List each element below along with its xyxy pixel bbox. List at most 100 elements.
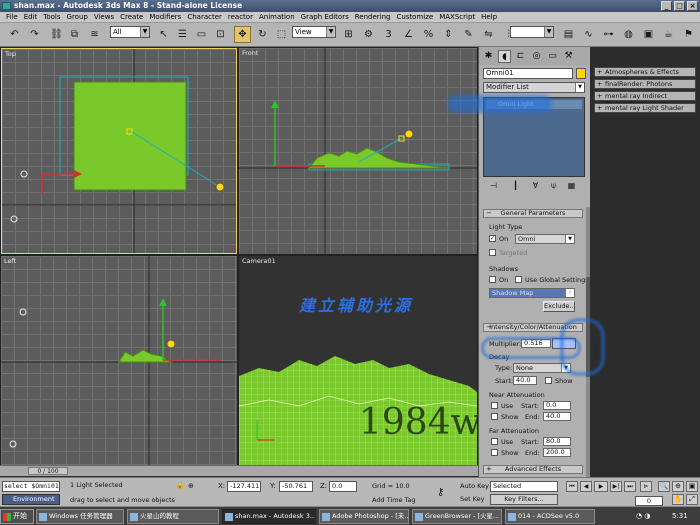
select-and-rotate-icon[interactable]: ↻ [254,26,271,43]
configure-sets-icon[interactable]: ▦ [565,180,578,191]
environment-task[interactable]: Environment [2,494,60,505]
viewport-top[interactable]: Top [1,48,237,254]
go-to-start-icon[interactable]: ⏮ [566,481,578,492]
menu-character[interactable]: Character [184,12,225,22]
layer-manager-icon[interactable]: ▤ [560,26,577,43]
rect-selection-icon[interactable]: ▭ [193,26,210,43]
modify-tab-icon[interactable]: ◖ [498,50,511,63]
menu-create[interactable]: Create [117,12,146,22]
near-end-spinner[interactable]: 40.0 [543,412,571,421]
taskbar-item-task-manager[interactable]: Windows 任务管理器 [36,509,124,524]
unlink-icon[interactable]: ⧉ [66,26,83,43]
go-to-end-icon[interactable]: ⏭ [624,481,636,492]
mr-light-shader-rollout[interactable]: + mental ray Light Shader [594,103,696,113]
material-editor-icon[interactable]: ◍ [620,26,637,43]
key-icon[interactable]: ⚷ [437,487,444,498]
near-start-spinner[interactable]: 0.0 [543,401,571,410]
undo-icon[interactable]: ↶ [6,26,23,43]
select-and-scale-icon[interactable]: ⬚ [273,26,290,43]
render-last-icon[interactable]: ⚑ [680,26,697,43]
near-use-checkbox[interactable] [491,402,498,409]
maximize-button[interactable]: □ [674,1,685,11]
taskbar-item-greenbrowser[interactable]: GreenBrowser - [火星... [412,509,502,524]
decay-start-spinner[interactable]: 40.0 [513,376,537,385]
bind-spacewarp-icon[interactable]: ≋ [86,26,103,43]
current-frame-field[interactable]: 0 [635,496,663,506]
advanced-effects-rollout[interactable]: + Advanced Effects [483,465,583,474]
set-key-button[interactable]: Set Key [460,495,485,503]
menu-views[interactable]: Views [91,12,117,22]
menu-file[interactable]: File [3,12,21,22]
link-icon[interactable]: ⛓ [48,26,65,43]
use-global-checkbox[interactable] [515,276,522,283]
auto-key-button[interactable]: Auto Key [460,482,489,490]
manipulate-icon[interactable]: ⚙ [360,26,377,43]
select-object-icon[interactable]: ↖ [155,26,172,43]
selection-filter-dropdown[interactable]: All ▼ [110,26,150,38]
render-scene-icon[interactable]: ▣ [640,26,657,43]
pin-stack-icon[interactable]: ⊣ [487,180,500,191]
modifier-list-dropdown[interactable]: Modifier List ▼ [483,82,585,93]
angle-snap-icon[interactable]: ∠ [400,26,417,43]
close-button[interactable]: × [687,1,698,11]
far-use-checkbox[interactable] [491,438,498,445]
taskbar-item-3dsmax[interactable]: shan.max - Autodesk 3... [222,509,316,524]
object-color-swatch[interactable] [576,68,586,79]
decay-show-checkbox[interactable] [545,377,552,384]
motion-tab-icon[interactable]: ◎ [530,50,543,63]
light-type-dropdown[interactable]: Omni ▼ [515,234,575,244]
mirror-icon[interactable]: ⇋ [480,26,497,43]
snap-toggle-icon[interactable]: 3 [380,26,397,43]
zoom-extents-icon[interactable]: ▣ [686,481,698,492]
z-coord-field[interactable]: 0.0 [329,481,357,492]
make-unique-icon[interactable]: ∀ [529,180,542,191]
menu-rendering[interactable]: Rendering [352,12,394,22]
remove-modifier-icon[interactable]: ⍦ [547,180,560,191]
next-frame-icon[interactable]: ▶| [610,481,622,492]
mr-indirect-rollout[interactable]: +mental ray Indirect Illumination [594,91,696,108]
menu-help[interactable]: Help [478,12,500,22]
viewport-front[interactable]: Front [239,48,477,254]
viewport-left[interactable]: Left [1,256,237,465]
viewport-camera[interactable]: Camera01 建立辅助光源 1984wl [239,256,477,465]
maximize-viewport-icon[interactable]: ⤢ [686,494,698,505]
menu-maxscript[interactable]: MAXScript [436,12,478,22]
menu-edit[interactable]: Edit [21,12,41,22]
taskbar-item-folder[interactable]: 火星山的教程 [127,509,219,524]
general-parameters-rollout[interactable]: − General Parameters [483,209,583,218]
taskbar-item-photoshop[interactable]: Adobe Photoshop - [未... [319,509,409,524]
far-start-spinner[interactable]: 80.0 [543,437,571,446]
play-icon[interactable]: ▶ [594,481,608,492]
hierarchy-tab-icon[interactable]: ⊏ [514,50,527,63]
x-coord-field[interactable]: -127.411 [227,481,261,492]
light-on-checkbox[interactable]: ✓ [489,235,496,242]
targeted-checkbox[interactable] [489,249,496,256]
select-and-move-icon[interactable]: ✥ [234,26,251,43]
tray-icons[interactable]: ◔ ◑ [636,512,650,520]
pivot-center-icon[interactable]: ⊞ [340,26,357,43]
key-mode-toggle-icon[interactable]: ⊳ [640,481,652,492]
object-name-field[interactable]: Omni01 [483,68,573,79]
time-slider[interactable]: 0 / 100 [0,465,478,476]
transform-mode-icon[interactable]: ⊕ [188,482,194,490]
redo-icon[interactable]: ↷ [26,26,43,43]
previous-frame-icon[interactable]: ◀ [580,481,592,492]
pan-icon[interactable]: ✋ [672,494,684,505]
schematic-view-icon[interactable]: ⊶ [600,26,617,43]
far-end-spinner[interactable]: 200.0 [543,448,571,457]
menu-graph-editors[interactable]: Graph Editors [298,12,352,22]
display-tab-icon[interactable]: ▭ [546,50,559,63]
menu-animation[interactable]: Animation [256,12,298,22]
menu-group[interactable]: Group [64,12,91,22]
lock-selection-icon[interactable]: 🔒 [175,480,185,491]
start-button[interactable]: 开始 [0,509,34,524]
menu-reactor[interactable]: reactor [225,12,256,22]
taskbar-item-acdsee[interactable]: 014 - ACDSee v5.0 [505,509,595,524]
add-time-tag[interactable]: Add Time Tag [372,496,416,504]
far-show-checkbox[interactable] [491,449,498,456]
time-slider-thumb[interactable]: 0 / 100 [28,467,68,475]
quick-render-icon[interactable]: ☕ [660,26,677,43]
maxscript-listener[interactable]: select $Omni01 [2,481,60,492]
key-mode-dropdown[interactable]: Selected [490,481,558,492]
reference-coord-dropdown[interactable]: View ▼ [292,26,336,38]
